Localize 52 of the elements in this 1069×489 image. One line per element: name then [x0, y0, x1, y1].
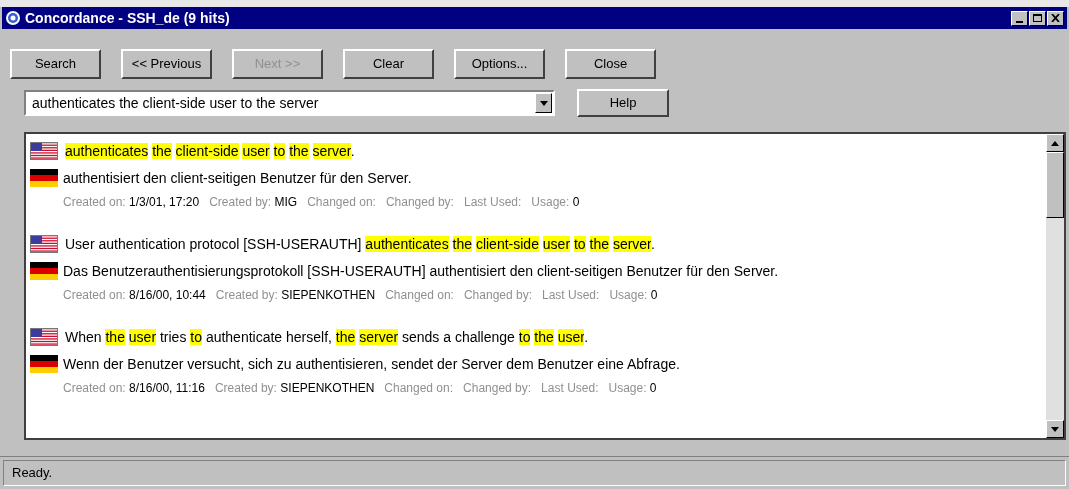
app-icon — [5, 10, 21, 26]
metadata-field: Changed by: — [463, 379, 532, 397]
metadata-field: Last Used: — [541, 379, 599, 397]
down-arrow-icon — [1051, 426, 1059, 432]
help-button[interactable]: Help — [577, 89, 669, 117]
target-sentence: Das Benutzerauthentisierungsprotokoll [SSH-USERAUTH] authentisiert den client-seitigen Benutzer für den Server. — [63, 261, 779, 281]
metadata-field: Changed on: — [384, 379, 454, 397]
target-sentence: authentisiert den client-seitigen Benutzer für den Server. — [63, 168, 412, 188]
german-flag-icon — [30, 169, 58, 187]
metadata-field: Created on: 1/3/01, 17:20 — [63, 193, 200, 211]
close-button[interactable] — [1047, 10, 1064, 26]
minimize-icon — [1016, 20, 1023, 23]
scroll-thumb[interactable] — [1046, 152, 1064, 218]
metadata-field: Created by: SIEPENKOTHEN — [215, 286, 376, 304]
dropdown-button[interactable] — [535, 93, 552, 113]
status-text: Ready. — [12, 464, 53, 483]
close-icon — [1051, 14, 1060, 22]
us-flag-icon — [30, 328, 58, 346]
metadata-field: Created by: MIG — [209, 193, 298, 211]
maximize-button[interactable] — [1029, 10, 1046, 26]
toolbar-button[interactable]: Close — [565, 49, 656, 79]
up-arrow-icon — [1051, 140, 1059, 146]
scroll-down-button[interactable] — [1046, 420, 1064, 438]
metadata-field: Changed on: — [385, 286, 454, 304]
scroll-up-button[interactable] — [1046, 134, 1064, 152]
maximize-icon — [1033, 14, 1042, 22]
metadata-field: Created on: 8/16/00, 11:16 — [63, 379, 205, 397]
scrollbar[interactable] — [1046, 134, 1064, 438]
metadata-field: Usage: 0 — [531, 193, 580, 211]
toolbar-button[interactable]: Clear — [343, 49, 434, 79]
metadata-field: Created by: SIEPENKOTHEN — [214, 379, 375, 397]
source-sentence: When the user tries to authenticate herself, the server sends a challenge to the user. — [64, 327, 589, 347]
metadata-field: Last Used: — [463, 193, 522, 211]
search-combo[interactable]: authenticates the client-side user to the server — [24, 90, 555, 116]
minimize-button[interactable] — [1011, 10, 1028, 26]
metadata-field: Changed on: — [307, 193, 376, 211]
target-sentence: Wenn der Benutzer versucht, sich zu authentisieren, sendet der Server dem Benutzer eine Abfrage. — [63, 354, 680, 374]
dropdown-arrow-icon — [539, 100, 548, 106]
us-flag-icon — [30, 235, 58, 253]
german-flag-icon — [30, 355, 58, 373]
toolbar-button[interactable]: Search — [10, 49, 101, 79]
us-flag-icon — [30, 142, 58, 160]
metadata-field: Usage: 0 — [609, 286, 658, 304]
toolbar-button[interactable]: Options... — [454, 49, 545, 79]
metadata-field: Changed by: — [463, 286, 532, 304]
toolbar-button[interactable]: << Previous — [121, 49, 212, 79]
metadata-field: Changed by: — [385, 193, 454, 211]
metadata-field: Last Used: — [542, 286, 600, 304]
german-flag-icon — [30, 262, 58, 280]
window-title: Concordance - SSH_de (9 hits) — [25, 8, 230, 28]
metadata-field: Created on: 8/16/00, 10:44 — [63, 286, 206, 304]
metadata-field: Usage: 0 — [608, 379, 657, 397]
